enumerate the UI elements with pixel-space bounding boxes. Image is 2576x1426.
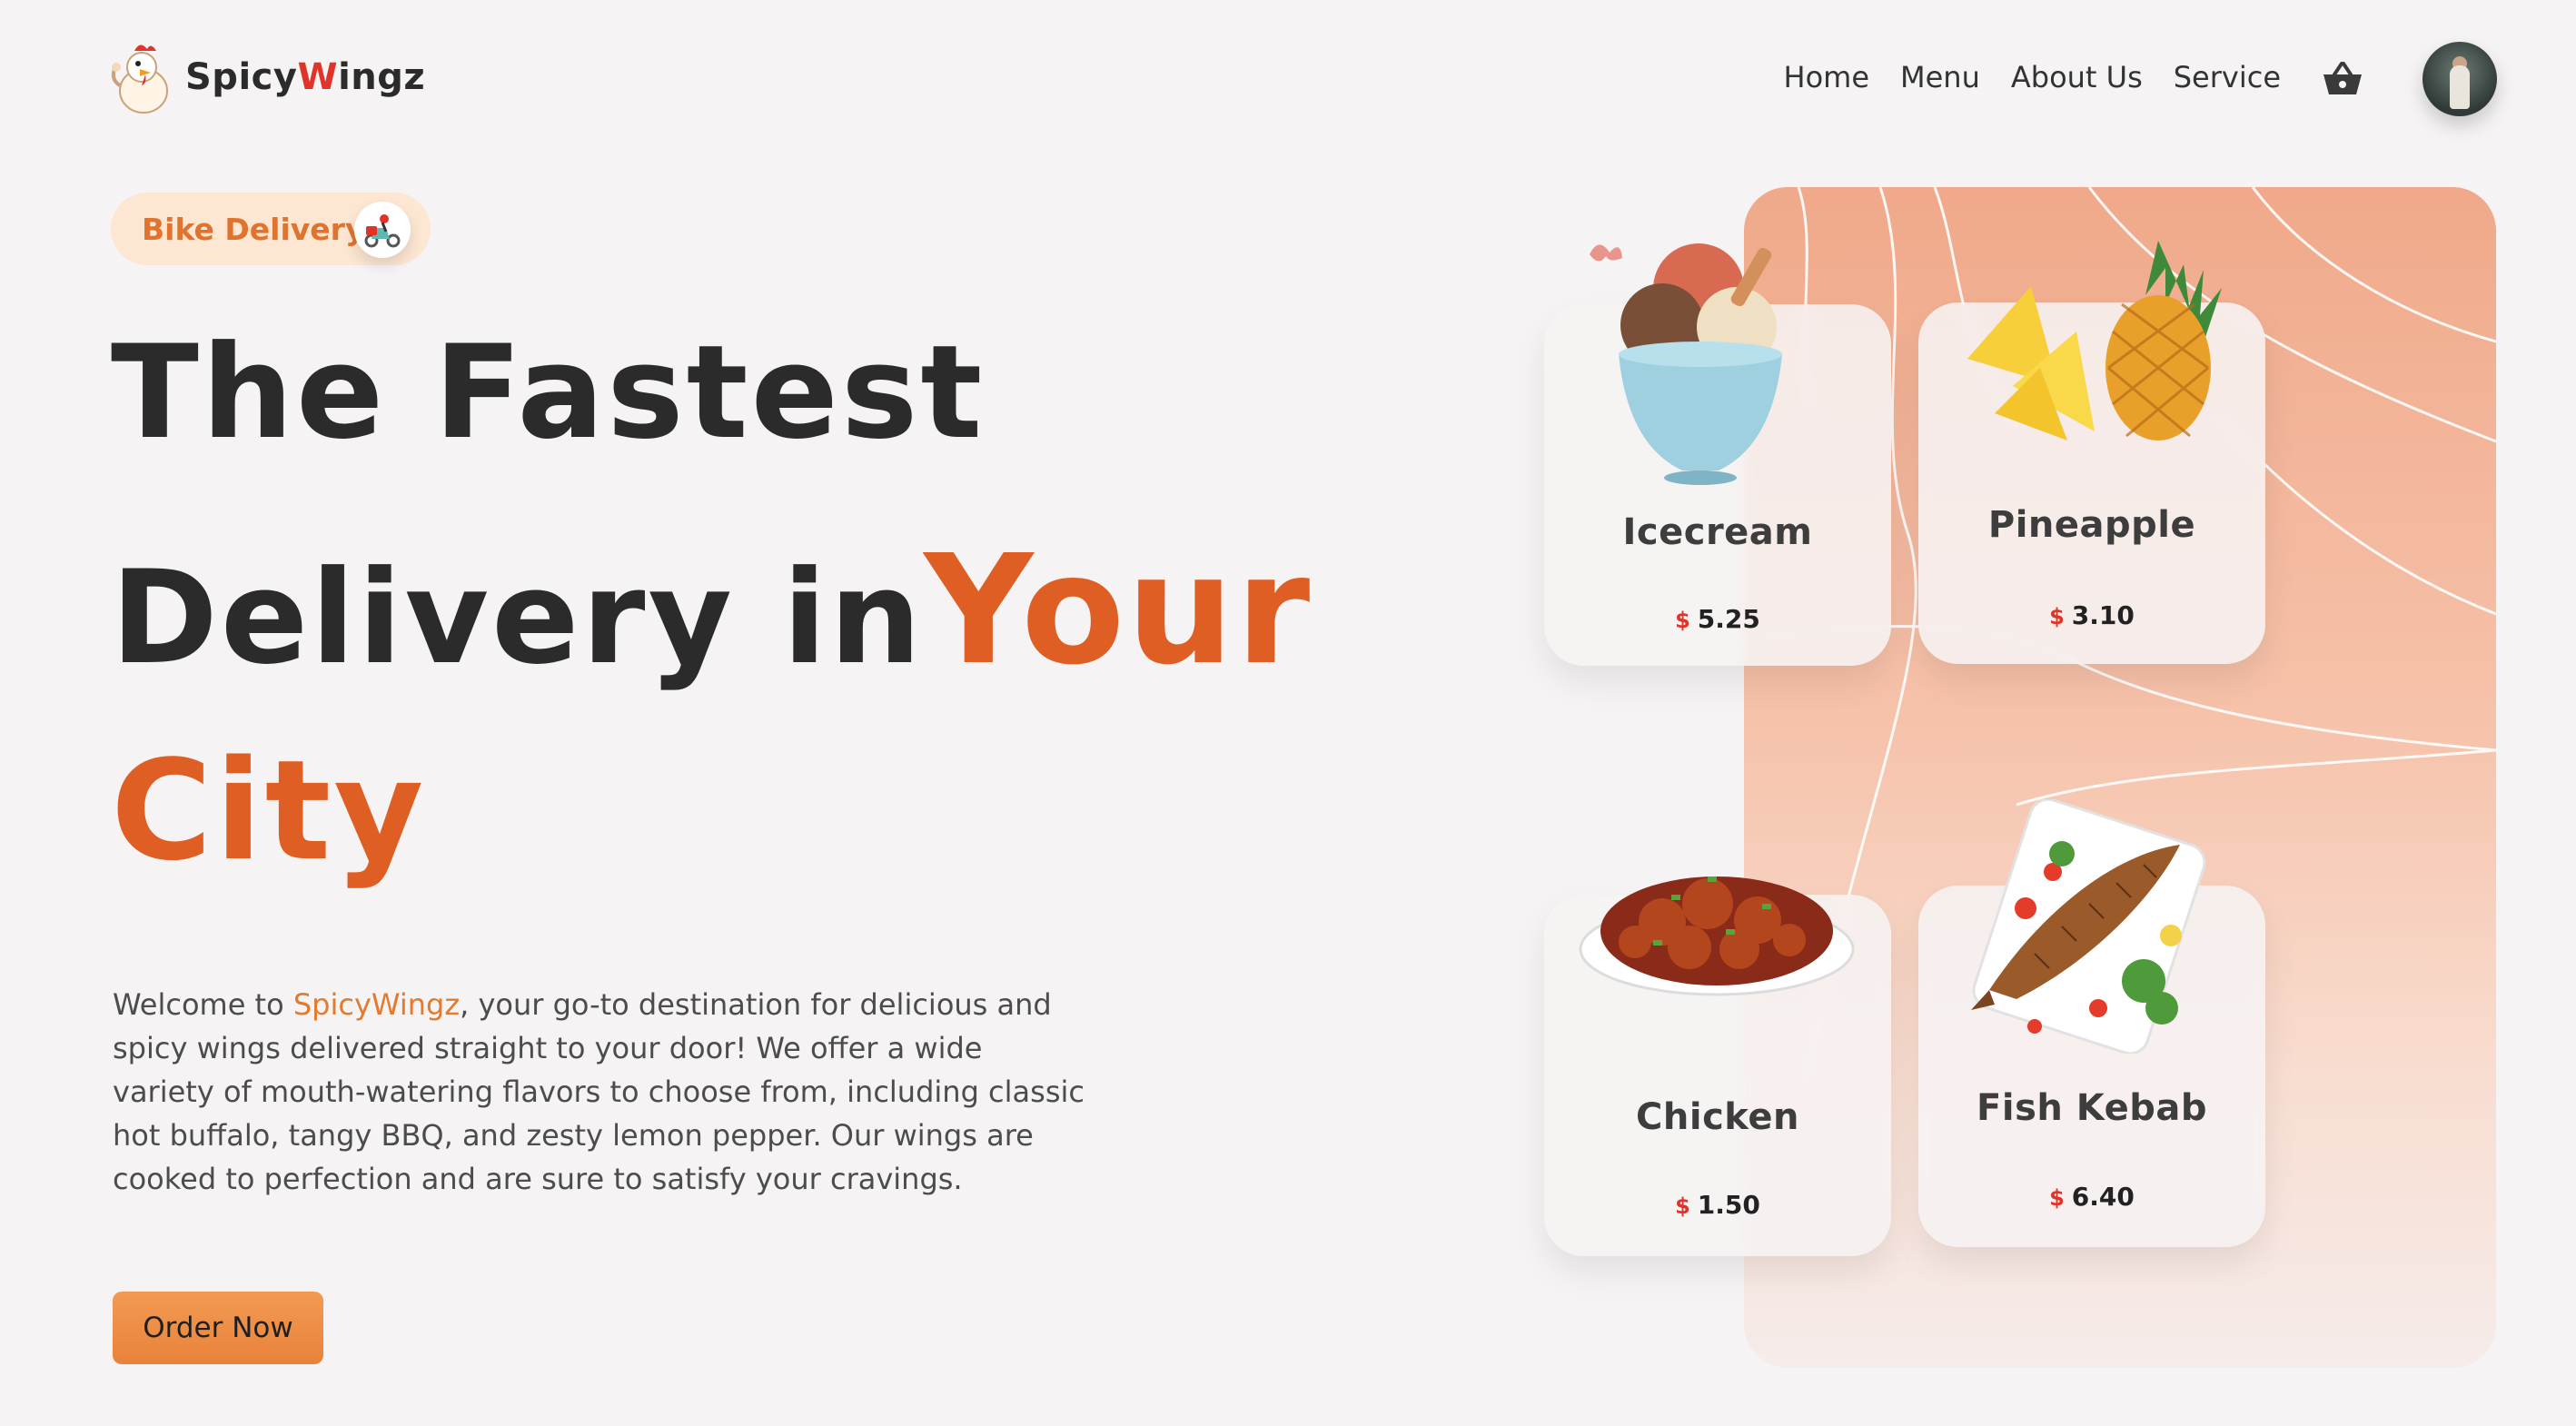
- headline-line-1: The Fastest: [111, 318, 986, 468]
- headline-line-3: City: [111, 730, 427, 891]
- card-price-value: 6.40: [2071, 1182, 2135, 1212]
- card-price: $5.25: [1544, 604, 1891, 634]
- card-title: Pineapple: [1987, 504, 2196, 546]
- brand-logo[interactable]: SpicyWingz: [109, 38, 425, 116]
- nav-about-us[interactable]: About Us: [2011, 60, 2143, 94]
- card-price: $1.50: [1544, 1190, 1891, 1220]
- card-title: Fish Kebab: [1977, 1087, 2207, 1129]
- hero-description: Welcome to SpicyWingz, your go-to destin…: [113, 983, 1085, 1201]
- bike-delivery-badge: Bike Delivery: [111, 193, 431, 265]
- description-prefix: Welcome to: [113, 987, 293, 1022]
- rooster-mascot-icon: [111, 45, 168, 114]
- currency-symbol: $: [1675, 1193, 1690, 1219]
- currency-symbol: $: [2049, 1185, 2065, 1211]
- card-price-value: 3.10: [2071, 600, 2135, 630]
- headline-line-2: Delivery inYour: [111, 536, 1312, 687]
- card-price: $6.40: [1918, 1182, 2265, 1212]
- brand-name-part: Spicy: [185, 56, 298, 98]
- card-price-value: 5.25: [1697, 604, 1760, 634]
- user-avatar[interactable]: [2422, 42, 2497, 116]
- headline-line-2-text: Delivery in: [111, 543, 925, 693]
- currency-symbol: $: [1675, 608, 1690, 633]
- card-title: Icecream: [1622, 511, 1813, 553]
- card-price-value: 1.50: [1697, 1190, 1760, 1220]
- main-nav: Home Menu About Us Service: [1784, 60, 2282, 94]
- currency-symbol: $: [2049, 604, 2065, 629]
- scooter-delivery-icon: [354, 202, 411, 258]
- fish-plate-icon: [1971, 799, 2206, 1054]
- card-price: $3.10: [1918, 600, 2265, 630]
- badge-label: Bike Delivery: [142, 211, 365, 247]
- chicken-bowl-icon: [1579, 876, 1855, 996]
- headline-highlight: Your: [924, 523, 1313, 698]
- nav-menu[interactable]: Menu: [1900, 60, 1980, 94]
- brand-name: SpicyWingz: [185, 56, 425, 98]
- nav-home[interactable]: Home: [1784, 60, 1870, 94]
- brand-name-accent: W: [297, 56, 339, 98]
- card-title: Chicken: [1636, 1096, 1799, 1138]
- pineapple-icon: [1967, 241, 2222, 441]
- order-now-button[interactable]: Order Now: [113, 1292, 323, 1364]
- shopping-basket-icon[interactable]: [2322, 60, 2363, 98]
- avatar-body: [2450, 65, 2470, 109]
- icecream-bowl-icon: [1590, 243, 1782, 485]
- description-brand: SpicyWingz: [292, 987, 461, 1022]
- nav-service[interactable]: Service: [2174, 60, 2281, 94]
- brand-name-part: ingz: [338, 56, 426, 98]
